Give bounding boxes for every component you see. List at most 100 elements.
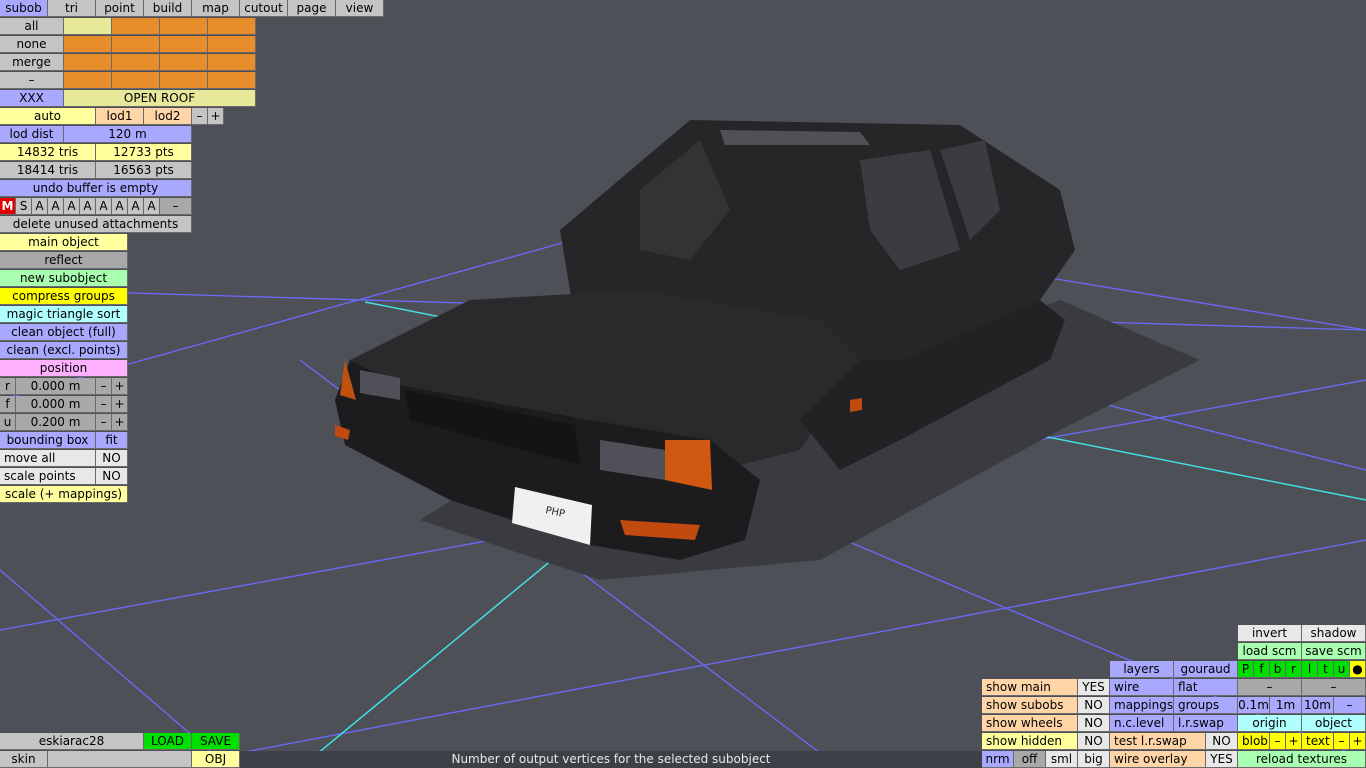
menu-point[interactable]: point xyxy=(96,0,144,17)
object-name-field[interactable]: eskiarac28 xyxy=(0,733,144,750)
lod-plus-button[interactable]: + xyxy=(208,108,224,125)
a-button[interactable]: A xyxy=(112,198,128,215)
subobject-slot[interactable] xyxy=(160,54,208,71)
menu-cutout[interactable]: cutout xyxy=(240,0,288,17)
nc-level-button[interactable]: n.c.level xyxy=(1110,715,1174,732)
blob-plus-button[interactable]: + xyxy=(1286,733,1302,750)
save-scm-button[interactable]: save scm xyxy=(1302,643,1366,660)
select-none-button[interactable]: none xyxy=(0,36,64,53)
a-button[interactable]: A xyxy=(80,198,96,215)
compress-groups-button[interactable]: compress groups xyxy=(0,288,128,305)
menu-subob[interactable]: subob xyxy=(0,0,48,17)
subobject-slot[interactable] xyxy=(160,18,208,35)
blob-minus-button[interactable]: – xyxy=(1270,733,1286,750)
big-button[interactable]: big xyxy=(1078,751,1110,768)
nrm-button[interactable]: nrm xyxy=(982,751,1014,768)
show-main-toggle[interactable]: YES xyxy=(1078,679,1110,696)
subobject-slot[interactable] xyxy=(64,54,112,71)
subobject-slot[interactable] xyxy=(208,72,256,89)
shadow-button[interactable]: shadow xyxy=(1302,625,1366,642)
gouraud-button[interactable]: gouraud xyxy=(1174,661,1238,678)
flag-t-toggle[interactable]: t xyxy=(1318,661,1334,678)
position-button[interactable]: position xyxy=(0,360,128,377)
show-subobs-toggle[interactable]: NO xyxy=(1078,697,1110,714)
flag-l-toggle[interactable]: l xyxy=(1302,661,1318,678)
merge-button[interactable]: merge xyxy=(0,54,64,71)
menu-build[interactable]: build xyxy=(144,0,192,17)
position-r-minus[interactable]: – xyxy=(96,378,112,395)
position-r-value[interactable]: 0.000 m xyxy=(16,378,96,395)
flag-f-toggle[interactable]: f xyxy=(1254,661,1270,678)
undo-buffer-status[interactable]: undo buffer is empty xyxy=(0,180,192,197)
dot-toggle[interactable]: ● xyxy=(1350,661,1366,678)
show-hidden-toggle[interactable]: NO xyxy=(1078,733,1110,750)
delete-unused-attachments-button[interactable]: delete unused attachments xyxy=(0,216,192,233)
s-button[interactable]: S xyxy=(16,198,32,215)
skin-field[interactable] xyxy=(48,751,192,768)
step-01m-button[interactable]: 0.1m xyxy=(1238,697,1270,714)
position-f-value[interactable]: 0.000 m xyxy=(16,396,96,413)
m-button[interactable]: M xyxy=(0,198,16,215)
reflect-button[interactable]: reflect xyxy=(0,252,128,269)
subobject-slot[interactable] xyxy=(112,18,160,35)
reload-textures-button[interactable]: reload textures xyxy=(1238,751,1366,768)
lod1-button[interactable]: lod1 xyxy=(96,108,144,125)
lr-swap-button[interactable]: l.r.swap xyxy=(1174,715,1238,732)
subobject-name-field[interactable]: OPEN ROOF xyxy=(64,90,256,107)
off-button[interactable]: off xyxy=(1014,751,1046,768)
sml-button[interactable]: sml xyxy=(1046,751,1078,768)
subobject-slot[interactable] xyxy=(64,72,112,89)
bounding-box-button[interactable]: bounding box xyxy=(0,432,96,449)
flag-b-toggle[interactable]: b xyxy=(1270,661,1286,678)
text-minus-button[interactable]: – xyxy=(1334,733,1350,750)
wire-overlay-toggle[interactable]: YES xyxy=(1206,751,1238,768)
minus-button[interactable]: – xyxy=(1302,679,1366,696)
subobject-slot[interactable] xyxy=(64,36,112,53)
wire-button[interactable]: wire xyxy=(1110,679,1174,696)
save-button[interactable]: SAVE xyxy=(192,733,240,750)
a-button[interactable]: A xyxy=(144,198,160,215)
layers-button[interactable]: layers xyxy=(1110,661,1174,678)
position-u-plus[interactable]: + xyxy=(112,414,128,431)
object-button[interactable]: object xyxy=(1302,715,1366,732)
origin-button[interactable]: origin xyxy=(1238,715,1302,732)
flag-r-toggle[interactable]: r xyxy=(1286,661,1302,678)
position-u-minus[interactable]: – xyxy=(96,414,112,431)
subobject-slot[interactable] xyxy=(112,54,160,71)
a-button[interactable]: A xyxy=(96,198,112,215)
step-1m-button[interactable]: 1m xyxy=(1270,697,1302,714)
subobject-slot[interactable] xyxy=(64,18,112,35)
test-lr-swap-toggle[interactable]: NO xyxy=(1206,733,1238,750)
text-plus-button[interactable]: + xyxy=(1350,733,1366,750)
a-button[interactable]: A xyxy=(64,198,80,215)
position-u-value[interactable]: 0.200 m xyxy=(16,414,96,431)
flat-button[interactable]: flat xyxy=(1174,679,1238,696)
groups-button[interactable]: groups xyxy=(1174,697,1238,714)
lod-dist-value[interactable]: 120 m xyxy=(64,126,192,143)
load-button[interactable]: LOAD xyxy=(144,733,192,750)
select-all-button[interactable]: all xyxy=(0,18,64,35)
position-f-minus[interactable]: – xyxy=(96,396,112,413)
subobject-slot[interactable] xyxy=(208,18,256,35)
menu-view[interactable]: view xyxy=(336,0,384,17)
subobject-slot[interactable] xyxy=(208,36,256,53)
lod-minus-button[interactable]: – xyxy=(192,108,208,125)
new-subobject-button[interactable]: new subobject xyxy=(0,270,128,287)
subobject-slot[interactable] xyxy=(112,72,160,89)
a-button[interactable]: A xyxy=(128,198,144,215)
subobject-slot[interactable] xyxy=(160,36,208,53)
position-f-plus[interactable]: + xyxy=(112,396,128,413)
lod2-button[interactable]: lod2 xyxy=(144,108,192,125)
xxx-button[interactable]: XXX xyxy=(0,90,64,107)
main-object-button[interactable]: main object xyxy=(0,234,128,251)
magic-triangle-sort-button[interactable]: magic triangle sort xyxy=(0,306,128,323)
lod-auto-button[interactable]: auto xyxy=(0,108,96,125)
fit-button[interactable]: fit xyxy=(96,432,128,449)
scale-mappings-button[interactable]: scale (+ mappings) xyxy=(0,486,128,503)
subobject-slot[interactable] xyxy=(112,36,160,53)
menu-page[interactable]: page xyxy=(288,0,336,17)
step-minus-button[interactable]: – xyxy=(1334,697,1366,714)
move-all-toggle[interactable]: NO xyxy=(96,450,128,467)
menu-map[interactable]: map xyxy=(192,0,240,17)
show-wheels-toggle[interactable]: NO xyxy=(1078,715,1110,732)
